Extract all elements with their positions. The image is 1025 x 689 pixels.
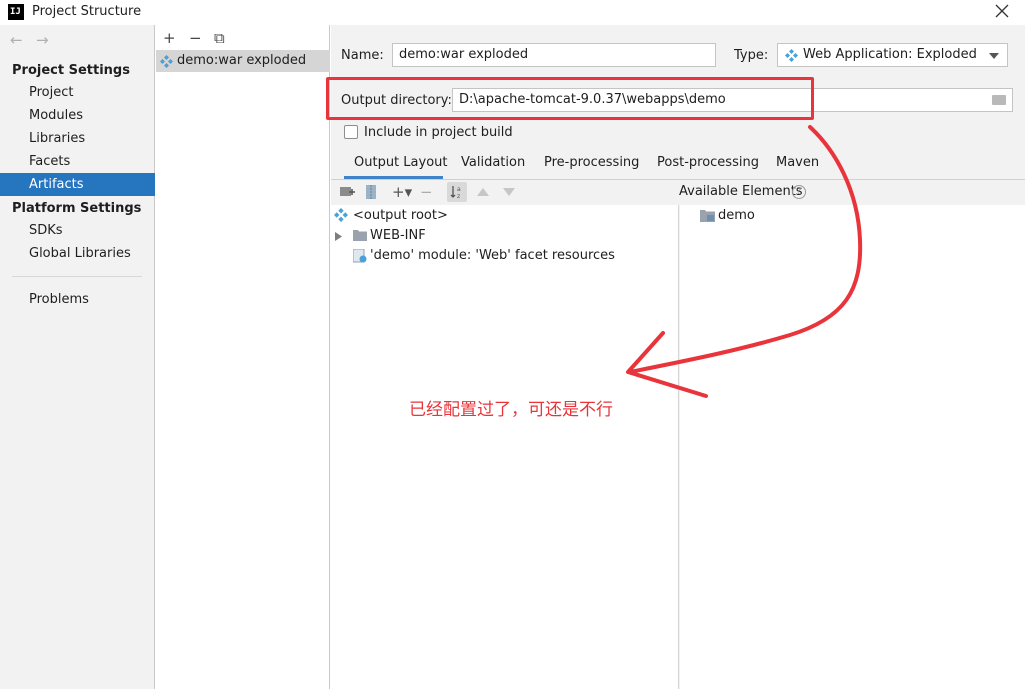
annotation-arrow	[626, 125, 863, 398]
annotation-text: 已经配置过了，可还是不行	[409, 400, 613, 420]
